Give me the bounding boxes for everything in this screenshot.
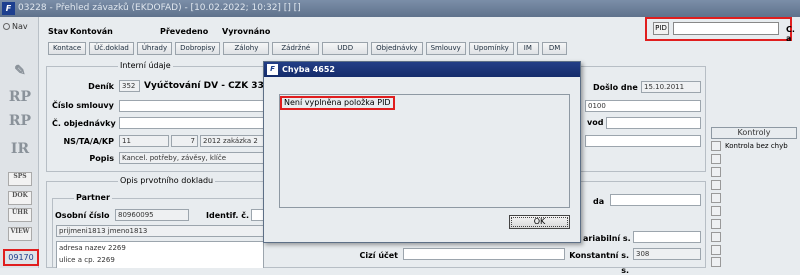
status-kontovan: Kontován <box>70 27 113 36</box>
ns-field[interactable]: 11 <box>119 135 169 147</box>
kontroly-header: Kontroly <box>711 127 797 139</box>
checkbox-icon <box>711 232 721 242</box>
kontroly-item[interactable] <box>711 244 797 256</box>
cizi-ucet-label: Cizí účet <box>359 251 398 260</box>
adresa-line-2: ulice a cp. 2269 <box>59 256 115 264</box>
checkbox-icon <box>711 167 721 177</box>
vod-field[interactable] <box>606 117 701 129</box>
konstantni-label: Konstantní s. <box>569 251 629 260</box>
app-logo-icon: F <box>2 2 15 15</box>
objednavky-label: Č. objednávky <box>52 119 116 128</box>
checkbox-icon <box>711 180 721 190</box>
tab-zalohy[interactable]: Zálohy <box>223 42 270 55</box>
osobni-label: Osobní číslo <box>55 211 110 220</box>
tab-zadrzne[interactable]: Zádržné <box>272 42 320 55</box>
tab-uhrady[interactable]: Úhrady <box>136 42 173 55</box>
adresa-line-1: adresa nazev 2269 <box>59 244 126 252</box>
doslo-label: Došlo dne <box>593 83 638 92</box>
kontroly-item[interactable] <box>711 179 797 191</box>
tab-im[interactable]: IM <box>516 42 539 55</box>
rp-icon[interactable]: RP <box>8 88 32 107</box>
tab-dm[interactable]: DM <box>541 42 568 55</box>
nav-label: Nav <box>12 22 28 31</box>
ok-button[interactable]: OK <box>509 215 570 229</box>
denik-field[interactable]: 352 <box>119 80 140 92</box>
cislo-smlouvy-field[interactable] <box>119 100 265 112</box>
right-empty-field[interactable] <box>585 135 701 147</box>
checkbox-icon <box>711 193 721 203</box>
kontroly-item[interactable] <box>711 218 797 230</box>
dialog-app-icon: F <box>267 64 278 75</box>
pid-label: PID <box>653 22 669 35</box>
a-field[interactable]: 2012 zakázka 2 <box>200 135 265 147</box>
window-title: 03228 - Přehled závazků (EKDOFAD) - [10.… <box>0 0 800 17</box>
partner-label: Partner <box>74 193 112 202</box>
rp-icon-2[interactable]: RP <box>8 112 32 131</box>
objednavky-field[interactable] <box>119 117 265 129</box>
popis-label: Popis <box>89 154 114 163</box>
s-label: s. <box>621 266 629 275</box>
tab-bar: Kontace Úč.doklad Úhrady Dobropisy Záloh… <box>48 42 568 56</box>
tab-dobropisy[interactable]: Dobropisy <box>175 42 221 55</box>
kontroly-item[interactable] <box>711 192 797 204</box>
interni-section-title: Interní údaje <box>118 61 173 70</box>
identif-label: Identif. č. <box>206 211 250 220</box>
doc-icon[interactable]: DOK <box>8 191 32 205</box>
right-number-field[interactable]: 0100 <box>585 100 701 112</box>
cut-label: C. a <box>786 25 795 43</box>
ns-label: NS/TA/A/KP <box>63 137 114 146</box>
checkbox-icon <box>711 245 721 255</box>
cislo-smlouvy-label: Číslo smlouvy <box>52 101 114 110</box>
checkbox-icon <box>711 141 721 151</box>
radio-icon <box>3 23 10 30</box>
dialog-message-box <box>279 94 570 208</box>
tab-kontace[interactable]: Kontace <box>48 42 87 55</box>
uhr-icon[interactable]: ÚHR <box>8 208 32 222</box>
osobni-field[interactable]: 80960095 <box>115 209 189 221</box>
kontroly-item[interactable] <box>711 153 797 165</box>
kontroly-item[interactable] <box>711 166 797 178</box>
tab-ucdoklad[interactable]: Úč.doklad <box>89 42 134 55</box>
vod-label: vod <box>587 118 604 127</box>
doslo-field[interactable]: 15.10.2011 <box>641 81 701 93</box>
dialog-title[interactable]: Chyba 4652 <box>264 62 580 77</box>
variabilni-label: ariabilní s. <box>583 234 631 243</box>
cizi-ucet-field[interactable] <box>403 248 565 260</box>
ta-field[interactable]: 7 <box>171 135 198 147</box>
nav-toggle[interactable]: Nav <box>3 22 28 31</box>
popis-field[interactable]: Kancel. potřeby, závěsy, klíče <box>119 152 265 164</box>
error-dialog: Chyba 4652 F Není vyplněna položka PID O… <box>263 61 581 243</box>
jmeno-field[interactable]: prijmeni1813 jmeno1813 <box>56 225 264 237</box>
ir-icon[interactable]: IR <box>8 140 32 159</box>
tab-objednavky[interactable]: Objednávky <box>371 42 423 55</box>
sps-icon[interactable]: SPS <box>8 172 32 186</box>
checkbox-icon <box>711 154 721 164</box>
denik-label: Deník <box>88 82 114 91</box>
konstantni-field[interactable]: 308 <box>633 248 701 260</box>
kontroly-item[interactable] <box>711 205 797 217</box>
pid-input[interactable] <box>673 22 779 35</box>
kontroly-item[interactable] <box>711 256 797 268</box>
kontroly-item[interactable]: Kontrola bez chyb <box>711 140 797 152</box>
stav-label: Stav <box>48 27 69 36</box>
tab-smlouvy[interactable]: Smlouvy <box>425 42 466 55</box>
pid-number-badge[interactable]: 09170 <box>3 249 39 266</box>
checkbox-icon <box>711 257 721 267</box>
da-field[interactable] <box>610 194 701 206</box>
checkbox-icon <box>711 206 721 216</box>
tab-upominky[interactable]: Upomínky <box>468 42 514 55</box>
kontroly-item[interactable] <box>711 231 797 243</box>
vyuctovani-label: Vyúčtování DV - CZK 332 <box>144 81 271 91</box>
checkbox-icon <box>711 219 721 229</box>
stamp-icon[interactable]: ✎ <box>8 62 32 81</box>
tab-udd[interactable]: UDD <box>322 42 369 55</box>
da-label: da <box>593 197 605 206</box>
opis-section-title: Opis prvotního dokladu <box>118 176 216 185</box>
status-vyrovnano: Vyrovnáno <box>222 27 271 36</box>
view-icon[interactable]: VIEW <box>8 227 32 241</box>
dialog-message: Není vyplněna položka PID <box>280 96 395 110</box>
status-prevedeno: Převedeno <box>160 27 209 36</box>
variabilni-field[interactable] <box>633 231 701 243</box>
